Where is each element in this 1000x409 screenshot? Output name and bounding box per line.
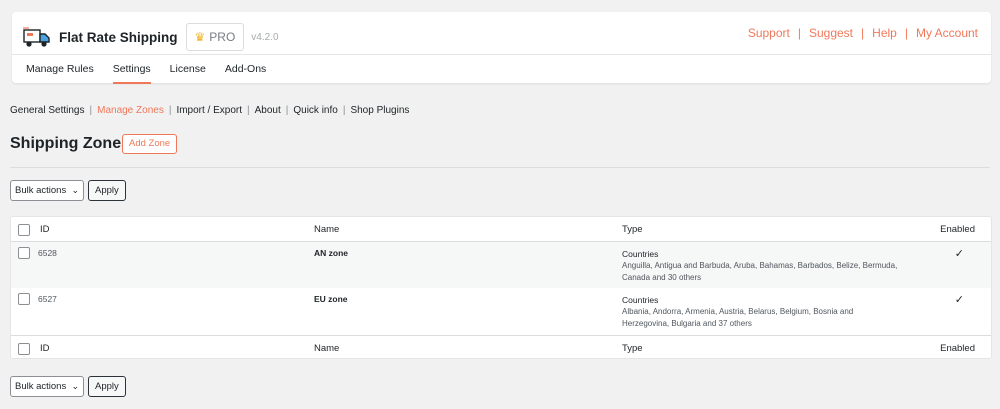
crown-icon: ♛ <box>194 30 206 44</box>
bulk-actions-value: Bulk actions <box>15 381 67 392</box>
bulk-actions-top: Bulk actions ⌄ Apply <box>10 180 126 201</box>
tab-add-ons[interactable]: Add-Ons <box>225 63 266 83</box>
zone-type-detail: Canada and 30 others <box>622 273 702 282</box>
link-separator: | <box>861 26 865 40</box>
settings-subnav: General Settings | Manage Zones | Import… <box>10 105 409 116</box>
subnav-separator: | <box>89 105 93 116</box>
header-divider <box>12 54 991 55</box>
header-links: Support | Suggest | Help | My Account <box>748 26 978 40</box>
table-row: 6528 AN zone Countries Anguilla, Antigua… <box>11 242 991 288</box>
bulk-actions-select[interactable]: Bulk actions ⌄ <box>10 376 84 397</box>
link-separator: | <box>797 26 801 40</box>
column-header-type[interactable]: Type <box>622 224 643 235</box>
column-footer-enabled[interactable]: Enabled <box>940 343 975 354</box>
tab-license[interactable]: License <box>170 63 206 83</box>
zone-name-link[interactable]: EU zone <box>314 294 348 304</box>
zone-type: Countries Anguilla, Antigua and Barbuda,… <box>622 248 922 284</box>
enabled-check-icon: ✓ <box>954 294 964 306</box>
page-title: Shipping Zones <box>10 135 130 152</box>
bulk-actions-value: Bulk actions <box>15 185 67 196</box>
bulk-actions-bottom: Bulk actions ⌄ Apply <box>10 376 126 397</box>
zone-type-label: Countries <box>622 295 659 305</box>
zone-id: 6528 <box>38 248 57 258</box>
apply-button[interactable]: Apply <box>88 376 126 397</box>
chevron-down-icon: ⌄ <box>71 381 79 391</box>
zones-table: ID Name Type Enabled 6528 AN zone Countr… <box>10 216 992 359</box>
subnav-general-settings[interactable]: General Settings <box>10 105 85 116</box>
pro-badge-label: PRO <box>209 30 236 44</box>
column-footer-type[interactable]: Type <box>622 343 643 354</box>
link-separator: | <box>904 26 908 40</box>
my-account-link[interactable]: My Account <box>916 26 978 40</box>
row-checkbox[interactable] <box>18 247 30 259</box>
subnav-separator: | <box>247 105 250 116</box>
plugin-name: Flat Rate Shipping <box>59 29 178 45</box>
subnav-quick-info[interactable]: Quick info <box>293 105 337 116</box>
table-footer-row: ID Name Type Enabled <box>11 335 991 358</box>
suggest-link[interactable]: Suggest <box>809 26 853 40</box>
zone-type-label: Countries <box>622 249 659 259</box>
zone-id: 6527 <box>38 294 57 304</box>
tab-manage-rules[interactable]: Manage Rules <box>26 63 94 83</box>
pro-badge[interactable]: ♛ PRO <box>185 23 245 51</box>
row-checkbox[interactable] <box>18 293 30 305</box>
zone-type-detail: Herzegovina, Bulgaria and 37 others <box>622 319 752 328</box>
add-zone-button[interactable]: Add Zone <box>122 134 178 154</box>
column-footer-name[interactable]: Name <box>314 343 339 354</box>
select-all-checkbox[interactable] <box>18 343 30 355</box>
plugin-header: Flat Rate Shipping ♛ PRO v4.2.0 Support … <box>12 12 991 84</box>
zone-type-detail: Anguilla, Antigua and Barbuda, Aruba, Ba… <box>622 261 898 270</box>
column-header-name[interactable]: Name <box>314 224 339 235</box>
main-tabs: Manage Rules Settings License Add-Ons <box>26 63 285 84</box>
table-row: 6527 EU zone Countries Albania, Andorra,… <box>11 288 991 335</box>
brand: Flat Rate Shipping ♛ PRO v4.2.0 <box>23 19 279 55</box>
subnav-manage-zones[interactable]: Manage Zones <box>97 105 164 116</box>
support-link[interactable]: Support <box>748 26 790 40</box>
zone-type-detail: Albania, Andorra, Armenia, Austria, Bela… <box>622 307 854 316</box>
subnav-separator: | <box>285 105 289 116</box>
subnav-import-export[interactable]: Import / Export <box>176 105 242 116</box>
enabled-check-icon: ✓ <box>954 248 964 260</box>
chevron-down-icon: ⌄ <box>71 185 79 195</box>
column-footer-id[interactable]: ID <box>40 343 50 354</box>
column-header-id[interactable]: ID <box>40 224 50 235</box>
version-label: v4.2.0 <box>251 31 279 43</box>
tab-settings[interactable]: Settings <box>112 63 151 84</box>
zone-name-link[interactable]: AN zone <box>314 248 348 258</box>
subnav-separator: | <box>342 105 346 116</box>
select-all-checkbox[interactable] <box>18 224 30 236</box>
subnav-about[interactable]: About <box>255 105 281 116</box>
apply-button[interactable]: Apply <box>88 180 126 201</box>
subnav-separator: | <box>168 105 172 116</box>
title-divider <box>10 167 990 168</box>
delivery-truck-icon <box>23 27 50 47</box>
table-header-row: ID Name Type Enabled <box>11 217 991 242</box>
subnav-shop-plugins[interactable]: Shop Plugins <box>350 105 409 116</box>
zone-type: Countries Albania, Andorra, Armenia, Aus… <box>622 294 922 330</box>
bulk-actions-select[interactable]: Bulk actions ⌄ <box>10 180 84 201</box>
help-link[interactable]: Help <box>872 26 897 40</box>
column-header-enabled[interactable]: Enabled <box>940 224 975 235</box>
